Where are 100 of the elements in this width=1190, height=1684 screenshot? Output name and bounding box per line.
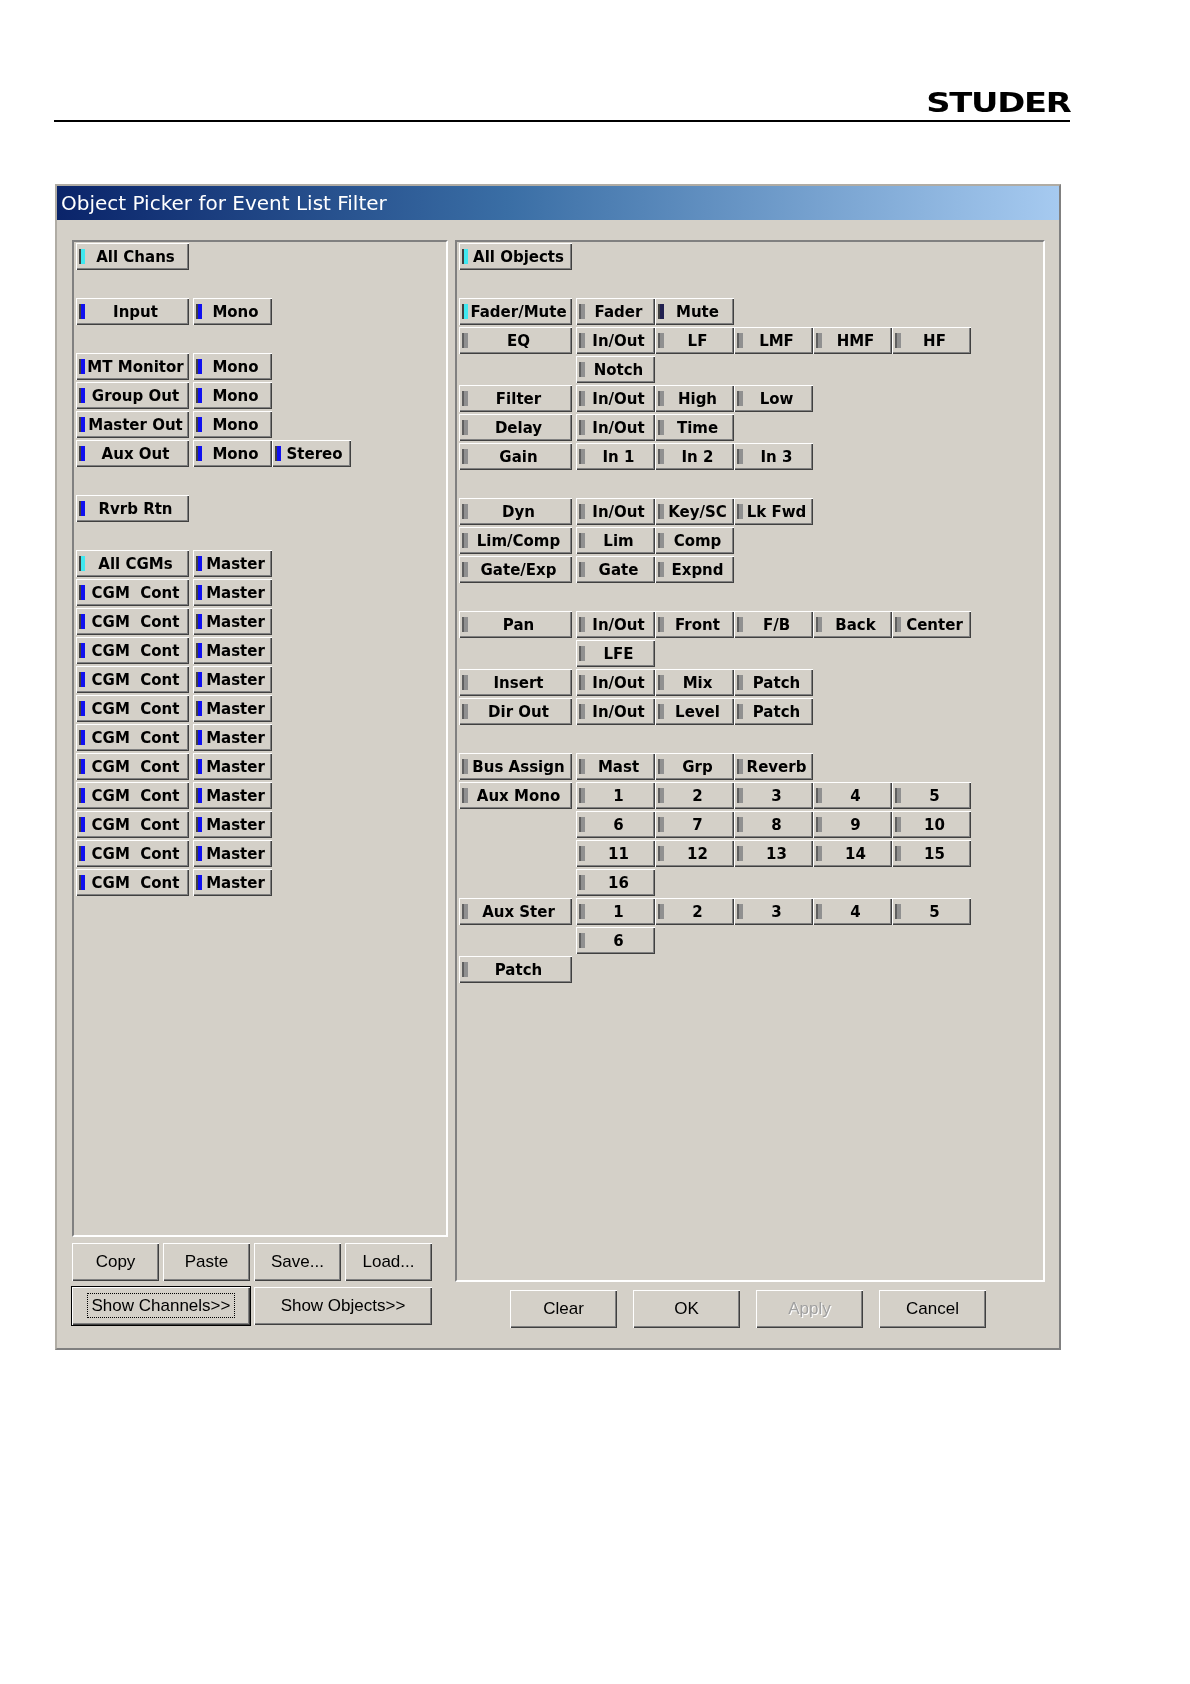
toggle-button[interactable]: Center [892, 611, 971, 638]
dialog-button[interactable]: OK [633, 1290, 740, 1328]
toggle-button[interactable]: Master [193, 840, 272, 867]
toggle-button[interactable]: Low [734, 385, 813, 412]
toggle-button[interactable]: 6 [576, 927, 655, 954]
toggle-button[interactable]: 14 [813, 840, 892, 867]
toggle-button[interactable]: Front [655, 611, 734, 638]
toggle-button[interactable]: Gain [459, 443, 572, 470]
toggle-button[interactable]: Aux Mono [459, 782, 572, 809]
toggle-button[interactable]: 3 [734, 782, 813, 809]
toggle-button[interactable]: 15 [892, 840, 971, 867]
toggle-button[interactable]: Mono [193, 382, 272, 409]
toggle-button[interactable]: Master [193, 550, 272, 577]
dialog-button[interactable]: Clear [510, 1290, 617, 1328]
toggle-button[interactable]: 1 [576, 782, 655, 809]
toggle-button[interactable]: Master [193, 579, 272, 606]
toggle-button[interactable]: CGM Cont [76, 840, 189, 867]
toggle-button[interactable]: Mute [655, 298, 734, 325]
toggle-button[interactable]: In 1 [576, 443, 655, 470]
toggle-button[interactable]: High [655, 385, 734, 412]
toggle-button[interactable]: Master [193, 811, 272, 838]
toggle-button[interactable]: Gate [576, 556, 655, 583]
toggle-button[interactable]: Fader [576, 298, 655, 325]
toggle-button[interactable]: 4 [813, 782, 892, 809]
toggle-button[interactable]: Aux Ster [459, 898, 572, 925]
toggle-button[interactable]: Patch [734, 698, 813, 725]
toggle-button[interactable]: 11 [576, 840, 655, 867]
toggle-button[interactable]: 3 [734, 898, 813, 925]
toggle-button[interactable]: CGM Cont [76, 666, 189, 693]
toggle-button[interactable]: CGM Cont [76, 579, 189, 606]
toggle-button[interactable]: LFE [576, 640, 655, 667]
dialog-button[interactable]: Save... [254, 1243, 341, 1281]
toggle-button[interactable]: In/Out [576, 611, 655, 638]
toggle-button[interactable]: Group Out [76, 382, 189, 409]
toggle-button[interactable]: Master [193, 724, 272, 751]
toggle-button[interactable]: Master [193, 608, 272, 635]
toggle-button[interactable]: HF [892, 327, 971, 354]
toggle-button[interactable]: 2 [655, 898, 734, 925]
toggle-button[interactable]: Grp [655, 753, 734, 780]
toggle-button[interactable]: CGM Cont [76, 869, 189, 896]
toggle-button[interactable]: CGM Cont [76, 753, 189, 780]
toggle-button[interactable]: Comp [655, 527, 734, 554]
toggle-button[interactable]: Lim [576, 527, 655, 554]
toggle-button[interactable]: 6 [576, 811, 655, 838]
toggle-button[interactable]: Aux Out [76, 440, 189, 467]
toggle-button[interactable]: 1 [576, 898, 655, 925]
toggle-button[interactable]: Lim/Comp [459, 527, 572, 554]
toggle-button[interactable]: 5 [892, 898, 971, 925]
toggle-button[interactable]: All Objects [459, 243, 572, 270]
toggle-button[interactable]: In/Out [576, 698, 655, 725]
dialog-button[interactable]: Show Objects>> [254, 1287, 432, 1325]
toggle-button[interactable]: 13 [734, 840, 813, 867]
toggle-button[interactable]: 2 [655, 782, 734, 809]
toggle-button[interactable]: In/Out [576, 327, 655, 354]
toggle-button[interactable]: Stereo [272, 440, 351, 467]
toggle-button[interactable]: Pan [459, 611, 572, 638]
toggle-button[interactable]: Bus Assign [459, 753, 572, 780]
toggle-button[interactable]: Mast [576, 753, 655, 780]
toggle-button[interactable]: Master [193, 869, 272, 896]
toggle-button[interactable]: Insert [459, 669, 572, 696]
toggle-button[interactable]: 9 [813, 811, 892, 838]
toggle-button[interactable]: 10 [892, 811, 971, 838]
toggle-button[interactable]: All Chans [76, 243, 189, 270]
toggle-button[interactable]: 4 [813, 898, 892, 925]
toggle-button[interactable]: Master [193, 782, 272, 809]
toggle-button[interactable]: Master [193, 753, 272, 780]
toggle-button[interactable]: Mono [193, 298, 272, 325]
toggle-button[interactable]: CGM Cont [76, 608, 189, 635]
toggle-button[interactable]: Rvrb Rtn [76, 495, 189, 522]
toggle-button[interactable]: In 2 [655, 443, 734, 470]
toggle-button[interactable]: Master [193, 666, 272, 693]
toggle-button[interactable]: Key/SC [655, 498, 734, 525]
toggle-button[interactable]: Mono [193, 440, 272, 467]
toggle-button[interactable]: Notch [576, 356, 655, 383]
toggle-button[interactable]: In/Out [576, 669, 655, 696]
toggle-button[interactable]: Patch [734, 669, 813, 696]
toggle-button[interactable]: LMF [734, 327, 813, 354]
toggle-button[interactable]: In 3 [734, 443, 813, 470]
toggle-button[interactable]: Dir Out [459, 698, 572, 725]
toggle-button[interactable]: In/Out [576, 498, 655, 525]
toggle-button[interactable]: Dyn [459, 498, 572, 525]
toggle-button[interactable]: CGM Cont [76, 782, 189, 809]
toggle-button[interactable]: 12 [655, 840, 734, 867]
toggle-button[interactable]: Level [655, 698, 734, 725]
toggle-button[interactable]: Time [655, 414, 734, 441]
toggle-button[interactable]: EQ [459, 327, 572, 354]
toggle-button[interactable]: Patch [459, 956, 572, 983]
dialog-button[interactable]: Show Channels>> [72, 1287, 250, 1325]
toggle-button[interactable]: CGM Cont [76, 811, 189, 838]
toggle-button[interactable]: Master Out [76, 411, 189, 438]
toggle-button[interactable]: Lk Fwd [734, 498, 813, 525]
dialog-button[interactable]: Copy [72, 1243, 159, 1281]
toggle-button[interactable]: Reverb [734, 753, 813, 780]
toggle-button[interactable]: Back [813, 611, 892, 638]
toggle-button[interactable]: Gate/Exp [459, 556, 572, 583]
toggle-button[interactable]: F/B [734, 611, 813, 638]
toggle-button[interactable]: Filter [459, 385, 572, 412]
toggle-button[interactable]: All CGMs [76, 550, 189, 577]
toggle-button[interactable]: CGM Cont [76, 637, 189, 664]
toggle-button[interactable]: 7 [655, 811, 734, 838]
